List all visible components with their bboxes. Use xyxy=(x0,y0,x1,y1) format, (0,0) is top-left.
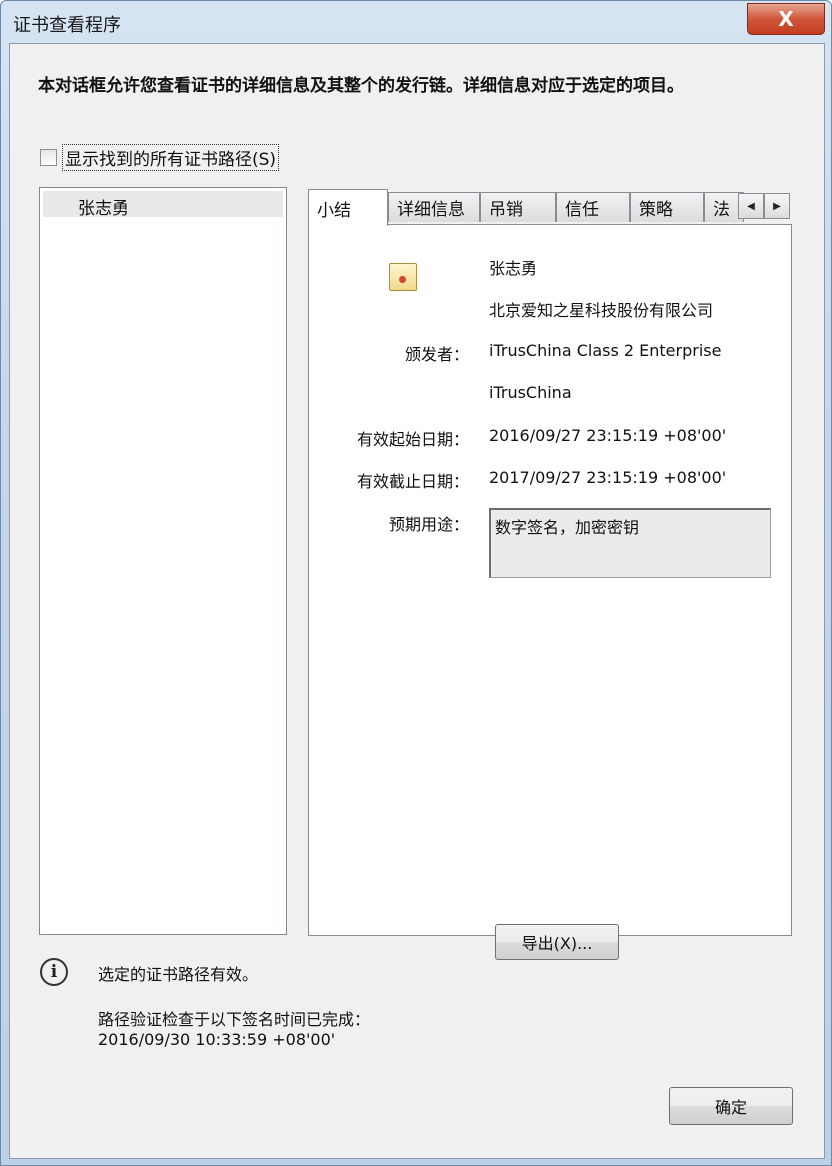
tab-policies-label: 策略 xyxy=(639,200,673,220)
ok-button-label: 确定 xyxy=(714,1098,747,1117)
info-icon: i xyxy=(40,958,68,986)
tab-trust[interactable]: 信任 xyxy=(556,192,630,222)
valid-from-label: 有效起始日期： xyxy=(356,430,469,449)
tab-policies[interactable]: 策略 xyxy=(630,192,704,222)
tab-scroll-left-icon[interactable]: ◀ xyxy=(738,193,764,219)
valid-to-value: 2017/09/27 23:15:19 +08'00' xyxy=(489,468,727,487)
issuer-label: 颁发者： xyxy=(404,345,469,364)
show-all-paths-label[interactable]: 显示找到的所有证书路径(S) xyxy=(62,144,280,171)
certificate-icon xyxy=(389,263,417,291)
close-button[interactable]: X xyxy=(747,3,825,35)
tab-scroll-right-icon[interactable]: ▶ xyxy=(764,193,790,219)
certificate-viewer-window: 证书查看程序 X 本对话框允许您查看证书的详细信息及其整个的发行链。详细信息对应… xyxy=(0,0,832,1166)
path-check-text: 路径验证检查于以下签名时间已完成： xyxy=(98,1010,371,1029)
close-icon: X xyxy=(778,7,794,31)
tab-strip: 小结 详细信息 吊销 信任 策略 法 ◀ ▶ xyxy=(308,189,792,226)
tree-item-cert[interactable]: 张志勇 xyxy=(43,191,283,219)
issuer-org: iTrusChina xyxy=(489,383,572,402)
cert-subject-org: 北京爱知之星科技股份有限公司 xyxy=(489,301,714,320)
tab-scroll-controls: ◀ ▶ xyxy=(738,193,790,219)
tab-details[interactable]: 详细信息 xyxy=(388,192,480,222)
dialog-body: 本对话框允许您查看证书的详细信息及其整个的发行链。详细信息对应于选定的项目。 显… xyxy=(9,43,825,1159)
export-button-label: 导出(X)... xyxy=(521,934,593,953)
purpose-field[interactable]: 数字签名，加密密钥 xyxy=(489,508,771,578)
export-button[interactable]: 导出(X)... xyxy=(495,924,619,960)
summary-panel: 张志勇 北京爱知之星科技股份有限公司 颁发者： iTrusChina Class… xyxy=(308,224,792,960)
tab-legal-label: 法 xyxy=(713,200,730,220)
tree-item-label: 张志勇 xyxy=(78,199,129,219)
tab-revocation[interactable]: 吊销 xyxy=(480,192,556,222)
tab-revocation-label: 吊销 xyxy=(489,200,523,220)
path-valid-text: 选定的证书路径有效。 xyxy=(98,965,259,984)
valid-to-label: 有效截止日期： xyxy=(356,472,469,491)
tab-summary[interactable]: 小结 xyxy=(308,189,388,226)
show-all-paths-checkbox[interactable] xyxy=(40,149,57,166)
dialog-description: 本对话框允许您查看证书的详细信息及其整个的发行链。详细信息对应于选定的项目。 xyxy=(38,76,684,96)
valid-from-value: 2016/09/27 23:15:19 +08'00' xyxy=(489,426,727,445)
tab-summary-label: 小结 xyxy=(317,200,351,221)
issuer-value: iTrusChina Class 2 Enterprise xyxy=(489,341,722,360)
certificate-path-tree[interactable]: 张志勇 xyxy=(39,187,287,935)
path-check-time: 2016/09/30 10:33:59 +08'00' xyxy=(98,1030,336,1049)
window-title: 证书查看程序 xyxy=(13,15,121,36)
cert-subject-name: 张志勇 xyxy=(489,259,538,278)
show-all-paths-row[interactable]: 显示找到的所有证书路径(S) xyxy=(40,144,280,171)
tab-details-label: 详细信息 xyxy=(397,200,465,220)
tab-trust-label: 信任 xyxy=(565,200,599,220)
title-bar[interactable]: 证书查看程序 X xyxy=(1,1,831,43)
ok-button[interactable]: 确定 xyxy=(669,1087,793,1125)
purpose-label: 预期用途： xyxy=(388,515,469,534)
